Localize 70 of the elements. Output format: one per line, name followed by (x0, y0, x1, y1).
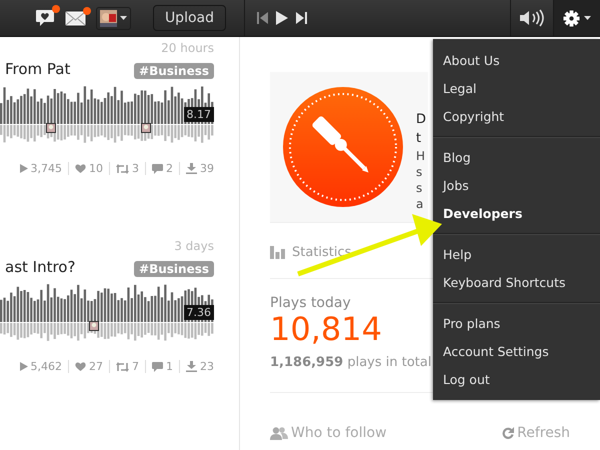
downloads-count: 39 (200, 162, 214, 175)
menu-item[interactable]: Blog (433, 144, 600, 172)
repost-icon (116, 362, 129, 372)
track-duration: 7.36 (184, 305, 214, 320)
track-title[interactable]: ast Intro? (5, 258, 76, 276)
menu-item[interactable]: Help (433, 241, 600, 269)
downloads-count: 23 (200, 360, 214, 373)
track-duration: 8.17 (184, 107, 214, 122)
play-icon (20, 164, 28, 173)
waveform-drawing[interactable] (0, 84, 214, 144)
download-icon (186, 361, 197, 372)
menu-item[interactable]: Legal (433, 75, 600, 103)
promo-title: t (416, 130, 422, 148)
menu-item[interactable]: Copyright (433, 103, 600, 131)
repost-icon (116, 164, 129, 174)
bar-chart-icon (270, 246, 285, 258)
volume-icon[interactable] (519, 9, 545, 27)
next-icon[interactable] (296, 12, 307, 24)
commenter-avatar-icon[interactable] (46, 123, 56, 133)
promo-text: H (416, 148, 426, 164)
heart-icon (75, 362, 86, 371)
caret-icon (120, 16, 127, 20)
upload-button[interactable]: Upload (152, 5, 226, 31)
menu-item[interactable]: Keyboard Shortcuts (433, 269, 600, 297)
download-icon (186, 163, 197, 174)
promo-text: s (416, 180, 424, 196)
promo-card[interactable]: D t H s s a (270, 72, 428, 222)
comments-count: 1 (166, 360, 173, 373)
section-heading: Statistics (292, 244, 352, 260)
menu-item[interactable]: About Us (433, 47, 600, 75)
promo-text: a (416, 196, 424, 212)
promo-title: D (416, 111, 428, 129)
mail-icon[interactable] (64, 10, 86, 26)
menu-item[interactable]: Account Settings (433, 338, 600, 366)
menu-item[interactable]: Pro plans (433, 310, 600, 338)
likes-count: 10 (89, 162, 103, 175)
menu-item[interactable]: Log out (433, 366, 600, 394)
heart-icon (75, 164, 86, 173)
stat-label: Plays today (270, 295, 352, 311)
total-plays-text: 1,186,959 plays in total (270, 355, 432, 370)
comments-count: 2 (166, 162, 173, 175)
menu-item[interactable]: Developers (433, 200, 600, 228)
reposts-count: 3 (132, 162, 139, 175)
section-heading: Who to follow (291, 425, 387, 441)
screwdriver-icon (282, 86, 404, 208)
plays-today-value: 10,814 (270, 311, 382, 347)
commenter-avatar-icon[interactable] (89, 321, 99, 331)
people-icon (270, 426, 288, 440)
menu-item[interactable]: Jobs (433, 172, 600, 200)
play-icon[interactable] (276, 11, 288, 25)
plays-count: 3,745 (30, 162, 62, 175)
track-title[interactable]: From Pat (5, 60, 70, 78)
likes-count: 27 (89, 360, 103, 373)
commenter-avatar-icon[interactable] (141, 123, 151, 133)
activity-icon[interactable] (34, 9, 55, 27)
caret-icon (584, 16, 591, 20)
plays-count: 5,462 (30, 360, 62, 373)
track-time: 20 hours (161, 41, 214, 55)
previous-icon[interactable] (257, 12, 268, 24)
play-icon (20, 362, 28, 371)
user-menu-button[interactable] (96, 6, 131, 30)
comment-icon (152, 164, 163, 174)
promo-text: s (416, 164, 424, 180)
waveform-drawing[interactable] (0, 282, 214, 342)
refresh-icon (502, 427, 514, 439)
track-time: 3 days (174, 239, 214, 253)
comment-icon (152, 362, 163, 372)
reposts-count: 7 (132, 360, 139, 373)
avatar-icon (100, 10, 117, 26)
settings-icon[interactable] (563, 10, 580, 26)
